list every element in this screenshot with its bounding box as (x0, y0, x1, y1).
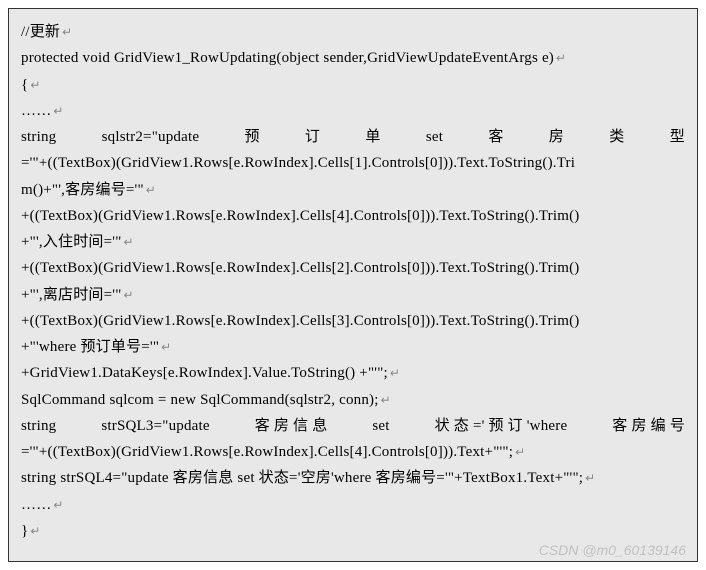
code-line: +"'where 预订单号='"↵ (21, 334, 685, 360)
code-line: ='"+((TextBox)(GridView1.Rows[e.RowIndex… (21, 439, 685, 465)
code-line: +((TextBox)(GridView1.Rows[e.RowIndex].C… (21, 308, 685, 334)
return-icon: ↵ (381, 393, 391, 407)
code-line: string strSQL3="update 客 房 信 息 set 状 态 =… (21, 413, 685, 439)
code-text: ='"+((TextBox)(GridView1.Rows[e.RowIndex… (21, 444, 513, 460)
code-line: protected void GridView1_RowUpdating(obj… (21, 45, 685, 71)
code-text: { (21, 77, 28, 93)
code-text: …… (21, 497, 51, 513)
code-line: string sqlstr2="update 预 订 单 set 客 房 类 型 (21, 124, 685, 150)
code-text: m()+"',客房编号='" (21, 182, 144, 198)
code-line: m()+"',客房编号='"↵ (21, 177, 685, 203)
code-line: string strSQL4="update 客房信息 set 状态='空房'w… (21, 465, 685, 491)
code-line: }↵ (21, 518, 685, 544)
return-icon: ↵ (30, 78, 40, 92)
code-text: +((TextBox)(GridView1.Rows[e.RowIndex].C… (21, 260, 579, 276)
code-text: 订 (305, 124, 320, 150)
code-text: +"',离店时间='" (21, 287, 122, 303)
code-text: set (426, 124, 443, 150)
return-icon: ↵ (146, 183, 156, 197)
code-text: +((TextBox)(GridView1.Rows[e.RowIndex].C… (21, 208, 579, 224)
return-icon: ↵ (30, 524, 40, 538)
code-line: //更新↵ (21, 19, 685, 45)
return-icon: ↵ (161, 340, 171, 354)
code-line: +((TextBox)(GridView1.Rows[e.RowIndex].C… (21, 255, 685, 281)
code-line: ……↵ (21, 98, 685, 124)
code-text: sqlstr2="update (102, 124, 200, 150)
code-text: 房 (549, 124, 564, 150)
code-text: 单 (365, 124, 380, 150)
code-text: protected void GridView1_RowUpdating(obj… (21, 50, 554, 66)
code-text: 型 (670, 124, 685, 150)
return-icon: ↵ (124, 288, 134, 302)
return-icon: ↵ (556, 51, 566, 65)
code-line: +GridView1.DataKeys[e.RowIndex].Value.To… (21, 360, 685, 386)
return-icon: ↵ (62, 25, 72, 39)
code-text: +"',入住时间='" (21, 234, 122, 250)
code-text: } (21, 523, 28, 539)
code-block: //更新↵ protected void GridView1_RowUpdati… (8, 8, 698, 562)
return-icon: ↵ (53, 498, 63, 512)
code-line: ='"+((TextBox)(GridView1.Rows[e.RowIndex… (21, 150, 685, 176)
code-text: 状 态 =' 预 订 'where (435, 413, 568, 439)
code-text: 客 房 信 息 (255, 413, 328, 439)
watermark-text: CSDN @m0_60139146 (539, 542, 686, 558)
code-text: string (21, 413, 56, 439)
code-line: +"',离店时间='"↵ (21, 282, 685, 308)
code-text: 预 (244, 124, 259, 150)
code-text: +"'where 预订单号='" (21, 339, 159, 355)
return-icon: ↵ (390, 366, 400, 380)
code-text: +GridView1.DataKeys[e.RowIndex].Value.To… (21, 365, 388, 381)
code-text: string strSQL4="update 客房信息 set 状态='空房'w… (21, 470, 583, 486)
return-icon: ↵ (515, 445, 525, 459)
code-line: SqlCommand sqlcom = new SqlCommand(sqlst… (21, 387, 685, 413)
code-line: +((TextBox)(GridView1.Rows[e.RowIndex].C… (21, 203, 685, 229)
return-icon: ↵ (53, 104, 63, 118)
code-text: 客 (488, 124, 503, 150)
code-text: //更新 (21, 24, 60, 40)
code-line: +"',入住时间='"↵ (21, 229, 685, 255)
code-text: SqlCommand sqlcom = new SqlCommand(sqlst… (21, 392, 379, 408)
return-icon: ↵ (124, 235, 134, 249)
code-text: ='"+((TextBox)(GridView1.Rows[e.RowIndex… (21, 155, 575, 171)
code-text: +((TextBox)(GridView1.Rows[e.RowIndex].C… (21, 313, 579, 329)
code-text: 客 房 编 号 (612, 413, 685, 439)
code-line: {↵ (21, 72, 685, 98)
return-icon: ↵ (585, 471, 595, 485)
code-line: ……↵ (21, 492, 685, 518)
code-text: strSQL3="update (101, 413, 209, 439)
code-text: …… (21, 103, 51, 119)
code-text: string (21, 124, 56, 150)
code-text: 类 (609, 124, 624, 150)
code-text: set (372, 413, 389, 439)
